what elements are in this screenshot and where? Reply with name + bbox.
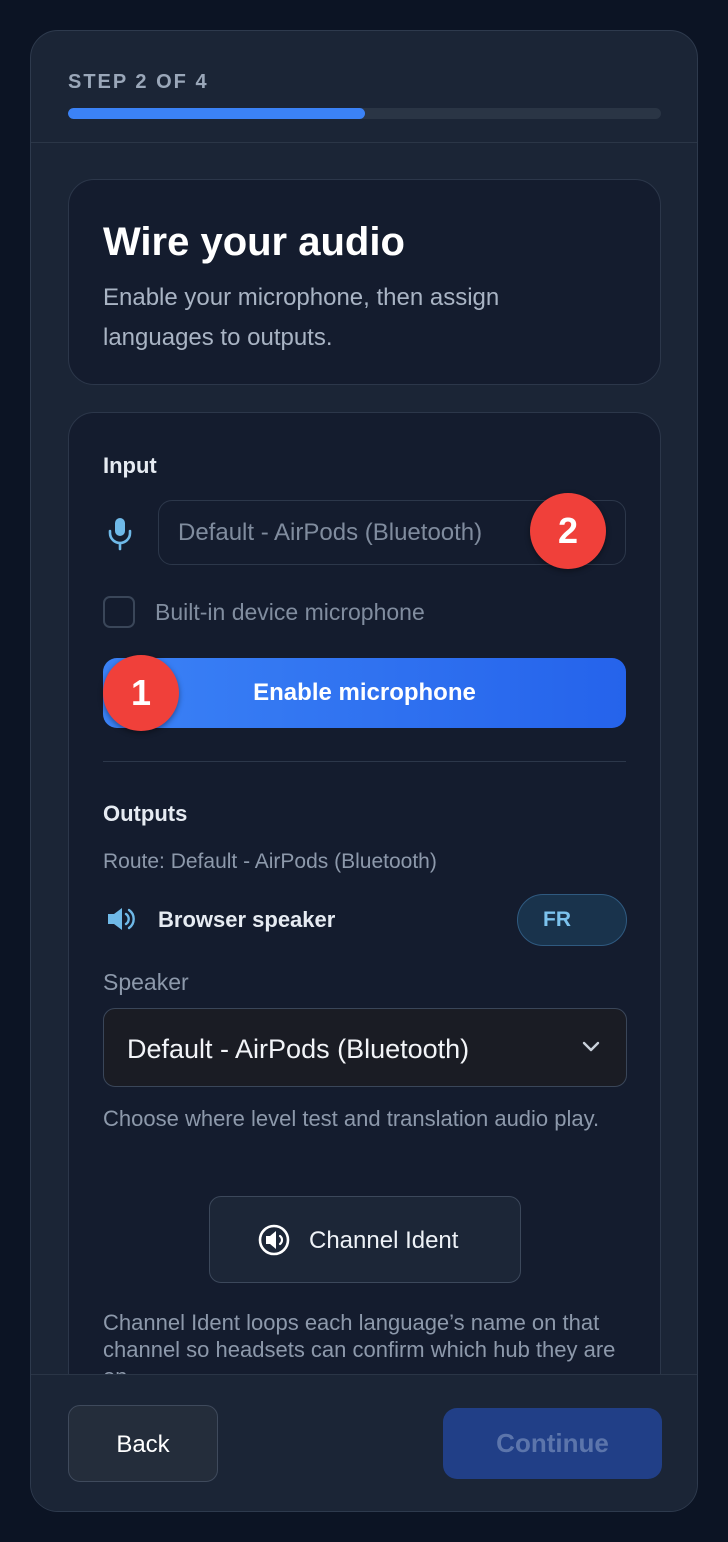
enable-microphone-button[interactable]: Enable microphone <box>103 658 626 728</box>
chevron-down-icon <box>582 1041 600 1052</box>
progress-fill <box>68 108 365 119</box>
continue-button[interactable]: Continue <box>443 1408 662 1479</box>
builtin-mic-label: Built-in device microphone <box>155 599 425 625</box>
speaker-select[interactable]: Default - AirPods (Bluetooth) <box>103 1008 627 1087</box>
speaker-icon <box>108 908 135 930</box>
speaker-label: Speaker <box>103 969 189 995</box>
language-selector-pill[interactable]: FR <box>517 894 627 946</box>
intro-card: Wire your audio Enable your microphone, … <box>68 179 661 385</box>
outputs-section-label: Outputs <box>103 801 188 826</box>
back-button[interactable]: Back <box>68 1405 218 1482</box>
divider <box>103 761 626 762</box>
route-text: Route: Default - AirPods (Bluetooth) <box>103 850 437 873</box>
progress-bar <box>68 108 661 119</box>
step-header: STEP 2 OF 4 <box>31 31 697 143</box>
speaker-select-value: Default - AirPods (Bluetooth) <box>127 1034 470 1064</box>
setup-panel: STEP 2 OF 4 Wire your audio Enable your … <box>30 30 698 1512</box>
builtin-mic-checkbox[interactable] <box>103 596 135 628</box>
channel-ident-button[interactable]: Channel Ident <box>209 1196 521 1283</box>
microphone-icon <box>108 518 132 551</box>
audio-setup-card: Input Default - AirPods (Bluetooth) 2 Bu… <box>68 412 661 1511</box>
page-subtitle: Enable your microphone, then assign lang… <box>103 284 500 351</box>
speaker-help-text: Choose where level test and translation … <box>103 1106 600 1131</box>
input-section-label: Input <box>103 453 157 478</box>
page-title: Wire your audio <box>103 220 405 264</box>
footer-bar: Back Continue <box>31 1374 697 1511</box>
output-name: Browser speaker <box>158 907 336 932</box>
channel-ident-label: Channel Ident <box>309 1227 459 1254</box>
channel-ident-icon <box>258 1224 290 1256</box>
annotation-badge-2: 2 <box>530 493 606 569</box>
annotation-badge-1: 1 <box>103 655 179 731</box>
step-label: STEP 2 OF 4 <box>68 71 209 93</box>
